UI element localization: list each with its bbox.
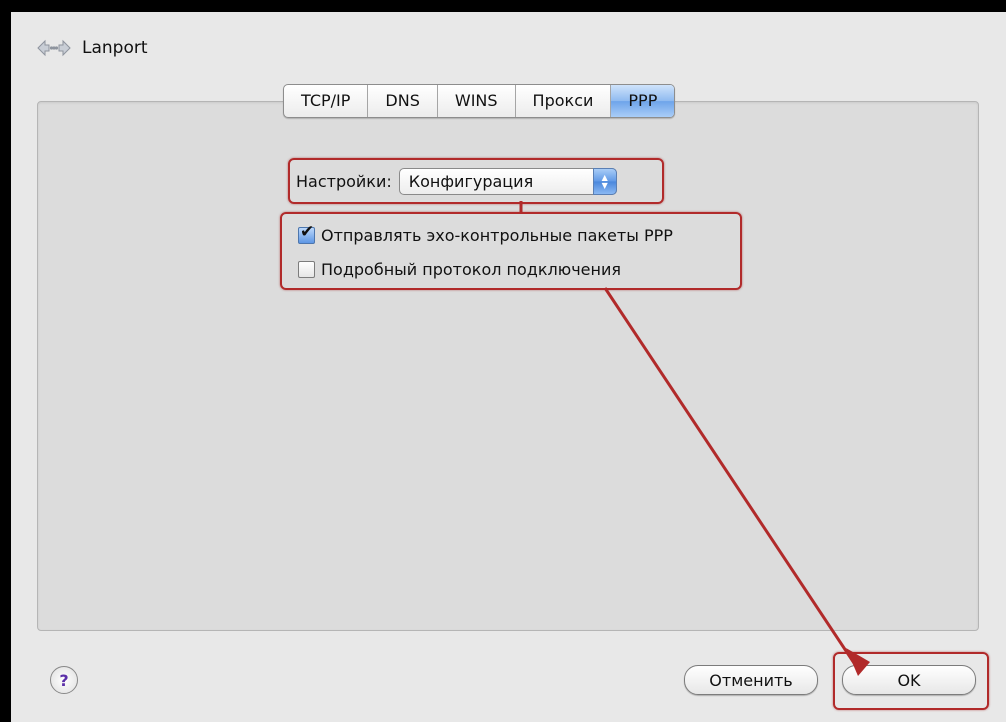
tab-proxy[interactable]: Прокси [516,85,612,117]
echo-packets-label: Отправлять эхо-контрольные пакеты PPP [321,226,673,245]
tab-dns[interactable]: DNS [368,85,438,117]
echo-packets-checkbox[interactable]: ✔ [298,222,315,244]
tab-wins[interactable]: WINS [438,85,516,117]
tab-ppp[interactable]: PPP [611,85,675,117]
tab-tcpip[interactable]: TCP/IP [284,85,369,117]
echo-packets-option[interactable]: ✔ Отправлять эхо-контрольные пакеты PPP [298,222,673,245]
ok-button[interactable]: OK [842,665,976,695]
verbose-log-option[interactable]: Подробный протокол подключения [298,260,621,279]
verbose-log-label: Подробный протокол подключения [321,260,622,279]
network-arrows-icon [37,39,71,57]
checkmark-icon: ✔ [300,222,315,242]
window-title: Lanport [82,38,148,58]
tab-bar: TCP/IP DNS WINS Прокси PPP [283,84,676,118]
verbose-log-checkbox[interactable] [298,261,315,278]
updown-arrows-icon: ▲ ▼ [592,168,617,195]
settings-label: Настройки: [296,172,392,191]
help-button[interactable]: ? [50,666,78,694]
settings-popup[interactable]: Конфигурация ▲ ▼ [398,168,617,195]
settings-popup-value: Конфигурация [408,172,534,191]
cancel-button[interactable]: Отменить [684,665,818,695]
title-bar: Lanport [36,32,148,64]
settings-row: Настройки: Конфигурация ▲ ▼ [296,168,617,195]
